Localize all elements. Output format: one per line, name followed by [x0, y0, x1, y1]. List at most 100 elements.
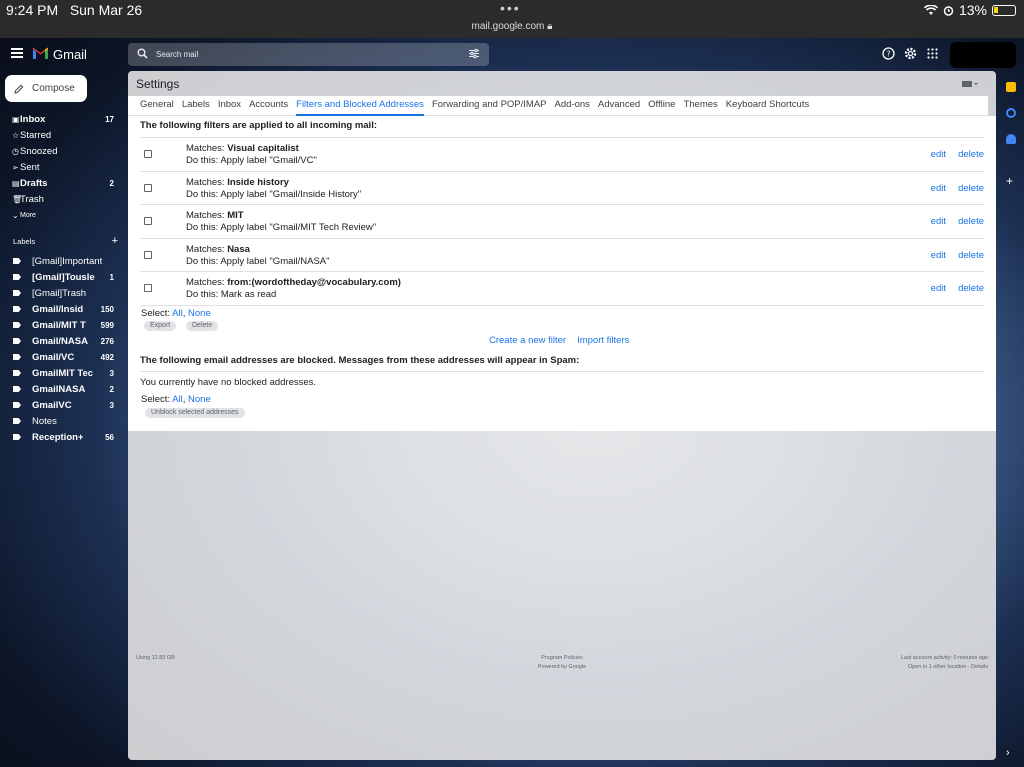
label-item[interactable]: Gmail/Insid 150	[0, 301, 125, 317]
edit-filter-link[interactable]: edit	[931, 216, 946, 227]
edit-filter-link[interactable]: edit	[931, 183, 946, 194]
filter-select-line: Select: All, None	[141, 308, 211, 319]
delete-filter-link[interactable]: delete	[958, 250, 984, 261]
label-item[interactable]: [Gmail]Important	[0, 253, 125, 269]
export-button[interactable]: Export	[144, 321, 177, 331]
inbox-icon: ▣	[12, 114, 20, 124]
label-item[interactable]: Gmail/VC 492	[0, 349, 125, 365]
label-tag-icon	[13, 306, 21, 312]
label-item[interactable]: Reception+ 56	[0, 429, 125, 445]
blocked-heading: The following email addresses are blocke…	[140, 355, 580, 366]
tasks-icon[interactable]	[1006, 108, 1016, 118]
help-icon[interactable]: ?	[882, 47, 895, 60]
filter-match: Matches: Nasa	[186, 243, 250, 255]
edit-filter-link[interactable]: edit	[931, 250, 946, 261]
filter-row: Matches: Nasa Do this: Apply label "Gmai…	[140, 239, 984, 272]
select-none-blocked-link[interactable]: None	[188, 394, 211, 405]
apps-grid-icon[interactable]	[926, 47, 939, 60]
label-tag-icon	[13, 402, 21, 408]
select-all-blocked-link[interactable]: All	[172, 394, 183, 405]
filter-actions: Create a new filter Import filters	[489, 335, 629, 346]
tab-addons[interactable]: Add-ons	[555, 96, 590, 116]
tab-themes[interactable]: Themes	[683, 96, 717, 116]
filter-row: Matches: Visual capitalist Do this: Appl…	[140, 138, 984, 172]
search-options-icon[interactable]	[468, 48, 480, 59]
tab-accounts[interactable]: Accounts	[249, 96, 288, 116]
delete-filter-link[interactable]: delete	[958, 149, 984, 160]
filter-action: Do this: Apply label "Gmail/MIT Tech Rev…	[186, 222, 377, 233]
delete-filters-button[interactable]: Delete	[186, 321, 219, 331]
sidebar-item-more[interactable]: ⌄ More	[0, 207, 125, 223]
sidebar-item-drafts[interactable]: ▤ Drafts 2	[0, 175, 125, 191]
label-item[interactable]: GmailMIT Tec 3	[0, 365, 125, 381]
label-item[interactable]: GmailNASA 2	[0, 381, 125, 397]
search-icon[interactable]	[137, 48, 148, 59]
label-tag-icon	[13, 322, 21, 328]
add-addon-icon[interactable]: +	[1006, 175, 1016, 187]
tab-forwarding[interactable]: Forwarding and POP/IMAP	[432, 96, 547, 116]
label-item[interactable]: Gmail/MIT T 599	[0, 317, 125, 333]
chevron-down-icon: ⌄	[12, 210, 19, 220]
calendar-icon[interactable]	[1006, 82, 1016, 92]
multitasking-dots-icon[interactable]: •••	[500, 0, 521, 16]
url-bar[interactable]: mail.google.com 🔒︎	[0, 20, 1024, 38]
tab-filters[interactable]: Filters and Blocked Addresses	[296, 96, 424, 116]
label-item[interactable]: [Gmail]Trash	[0, 285, 125, 301]
compose-button[interactable]: Compose	[5, 75, 87, 102]
labels-heading: Labels +	[13, 235, 118, 247]
wifi-icon	[923, 4, 938, 15]
sidebar-item-trash[interactable]: 🗑︎ Trash	[0, 191, 125, 207]
filter-checkbox[interactable]	[144, 183, 152, 192]
label-item[interactable]: GmailVC 3	[0, 397, 125, 413]
label-tag-icon	[13, 354, 21, 360]
label-item[interactable]: Notes	[0, 413, 125, 429]
import-filters-link[interactable]: Import filters	[577, 335, 629, 346]
unblock-button[interactable]: Unblock selected addresses	[145, 408, 245, 418]
contacts-icon[interactable]	[1006, 134, 1016, 144]
svg-text:?: ?	[886, 50, 890, 59]
main-menu-icon[interactable]	[11, 48, 23, 58]
edit-filter-link[interactable]: edit	[931, 283, 946, 294]
search-input[interactable]	[156, 46, 456, 63]
pencil-icon	[14, 84, 24, 94]
delete-filter-link[interactable]: delete	[958, 183, 984, 194]
alarm-icon	[943, 5, 954, 16]
tab-advanced[interactable]: Advanced	[598, 96, 640, 116]
filter-checkbox[interactable]	[144, 250, 152, 259]
filter-checkbox[interactable]	[144, 217, 152, 225]
select-all-link[interactable]: All	[172, 308, 183, 319]
side-panel: + ›	[998, 72, 1024, 767]
delete-filter-link[interactable]: delete	[958, 216, 984, 227]
gear-icon[interactable]	[904, 47, 917, 60]
select-none-link[interactable]: None	[188, 308, 211, 319]
tab-inbox[interactable]: Inbox	[218, 96, 241, 116]
account-avatar[interactable]	[950, 42, 1016, 68]
label-tag-icon	[13, 370, 21, 376]
tab-general[interactable]: General	[140, 96, 174, 116]
add-label-icon[interactable]: +	[112, 235, 118, 247]
filter-checkbox[interactable]	[144, 150, 152, 158]
chevron-right-icon[interactable]: ›	[1006, 748, 1016, 759]
search-bar[interactable]	[128, 43, 489, 66]
tab-offline[interactable]: Offline	[648, 96, 675, 116]
activity-details-link[interactable]: Open in 1 other location · Details	[908, 664, 988, 670]
sidebar-item-snoozed[interactable]: ◷ Snoozed	[0, 143, 125, 159]
delete-filter-link[interactable]: delete	[958, 283, 984, 294]
label-item[interactable]: Gmail/NASA 276	[0, 333, 125, 349]
program-policies-link[interactable]: Program Policies	[528, 655, 596, 661]
sidebar-item-inbox[interactable]: ▣ Inbox 17	[0, 111, 125, 127]
edit-filter-link[interactable]: edit	[931, 149, 946, 160]
label-tag-icon	[13, 274, 21, 280]
create-filter-link[interactable]: Create a new filter	[489, 335, 566, 346]
draft-icon: ▤	[12, 178, 20, 188]
filter-match: Matches: from:(wordoftheday@vocabulary.c…	[186, 277, 401, 288]
input-tools-icon[interactable]	[962, 80, 978, 88]
label-item[interactable]: [Gmail]Tousle 1	[0, 269, 125, 285]
sidebar-item-sent[interactable]: ➢ Sent	[0, 159, 125, 175]
tab-keyboard-shortcuts[interactable]: Keyboard Shortcuts	[726, 96, 809, 116]
filter-checkbox[interactable]	[144, 284, 152, 292]
sidebar-item-starred[interactable]: ☆ Starred	[0, 127, 125, 143]
tab-labels[interactable]: Labels	[182, 96, 210, 116]
filter-action: Do this: Apply label "Gmail/VC"	[186, 155, 317, 166]
filter-row: Matches: Inside history Do this: Apply l…	[140, 172, 984, 205]
